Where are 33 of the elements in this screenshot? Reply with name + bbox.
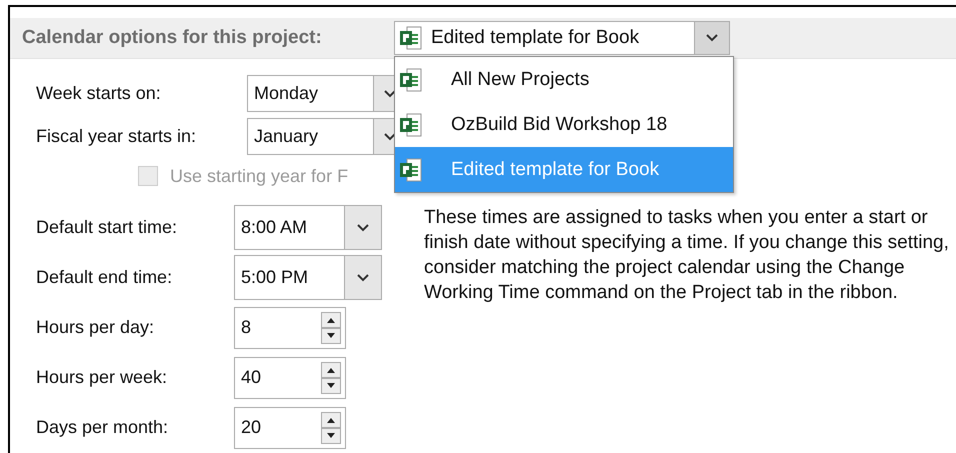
spin-down-icon[interactable] — [321, 328, 341, 344]
help-text: These times are assigned to tasks when you enter a start or finish date without specifying a time. If you change this setting, consider matching the project calendar using the Change Working Time command on the Project tab in the ribbon. — [424, 206, 950, 305]
spin-down-icon[interactable] — [321, 428, 341, 444]
field-label: Hours per week: — [36, 367, 168, 388]
chevron-down-icon — [384, 132, 396, 140]
time-combo[interactable]: 8:00 AM — [234, 205, 382, 250]
project-file-icon — [399, 68, 423, 92]
chevron-down-icon — [384, 90, 396, 98]
combo-value: Edited template for Book — [431, 27, 640, 49]
field-label: Week starts on: — [36, 83, 162, 104]
spin-up-icon[interactable] — [321, 312, 341, 328]
number-spinner[interactable]: 20 — [234, 406, 346, 448]
spin-down-icon[interactable] — [321, 378, 341, 394]
project-file-icon — [399, 112, 423, 136]
chevron-down-icon — [357, 274, 369, 282]
chevron-down-icon — [706, 34, 718, 42]
field-label: Hours per day: — [36, 317, 156, 338]
number-spinner[interactable]: 40 — [234, 356, 346, 398]
field-label: Fiscal year starts in: — [36, 126, 198, 147]
number-spinner[interactable]: 8 — [234, 306, 346, 348]
project-file-icon — [399, 26, 423, 50]
field-label: Default start time: — [36, 217, 178, 238]
template-combo[interactable]: Edited template for Book — [394, 21, 730, 55]
spin-up-icon[interactable] — [321, 412, 341, 428]
checkbox-label: Use starting year for F — [170, 166, 348, 186]
field-label: Days per month: — [36, 417, 170, 438]
spin-up-icon[interactable] — [321, 362, 341, 378]
dropdown-button[interactable] — [694, 22, 729, 54]
field-label: Default end time: — [36, 267, 174, 288]
time-combo[interactable]: 5:00 PM — [234, 255, 382, 300]
section-title: Calendar options for this project: — [22, 27, 323, 49]
chevron-down-icon — [357, 224, 369, 232]
project-file-icon — [399, 158, 423, 182]
